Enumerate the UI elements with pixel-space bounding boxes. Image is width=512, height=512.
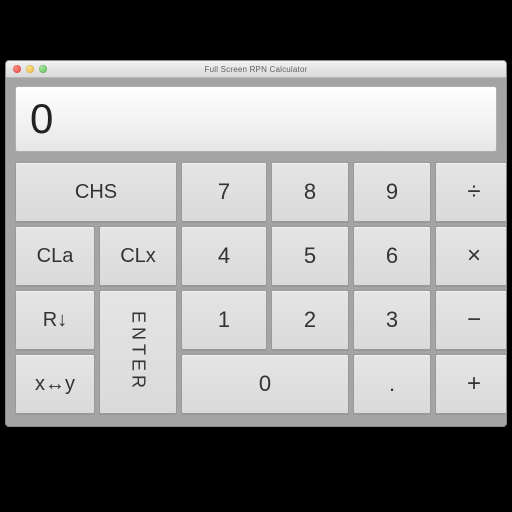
display: 0 <box>15 86 497 152</box>
divide-button[interactable]: ÷ <box>435 162 507 222</box>
swap-xy-button[interactable]: x↔y <box>15 354 95 414</box>
decimal-button[interactable]: . <box>353 354 431 414</box>
titlebar: Full Screen RPN Calculator <box>6 61 506 78</box>
digit-9-button[interactable]: 9 <box>353 162 431 222</box>
digit-6-button[interactable]: 6 <box>353 226 431 286</box>
enter-button[interactable]: ENTER <box>99 290 177 414</box>
zoom-icon[interactable] <box>39 65 47 73</box>
chs-button[interactable]: CHS <box>15 162 177 222</box>
digit-1-button[interactable]: 1 <box>181 290 267 350</box>
clear-x-button[interactable]: CLx <box>99 226 177 286</box>
digit-4-button[interactable]: 4 <box>181 226 267 286</box>
add-button[interactable]: + <box>435 354 507 414</box>
close-icon[interactable] <box>13 65 21 73</box>
digit-3-button[interactable]: 3 <box>353 290 431 350</box>
keypad: CHS 7 8 9 ÷ CLa CLx 4 5 6 × R↓ ENTER 1 2… <box>15 162 497 414</box>
calculator-window: Full Screen RPN Calculator 0 CHS 7 8 9 ÷… <box>5 60 507 427</box>
digit-8-button[interactable]: 8 <box>271 162 349 222</box>
roll-down-button[interactable]: R↓ <box>15 290 95 350</box>
window-title: Full Screen RPN Calculator <box>6 65 506 74</box>
multiply-button[interactable]: × <box>435 226 507 286</box>
subtract-button[interactable]: − <box>435 290 507 350</box>
window-controls <box>6 65 47 73</box>
digit-5-button[interactable]: 5 <box>271 226 349 286</box>
digit-0-button[interactable]: 0 <box>181 354 349 414</box>
digit-2-button[interactable]: 2 <box>271 290 349 350</box>
minimize-icon[interactable] <box>26 65 34 73</box>
clear-all-button[interactable]: CLa <box>15 226 95 286</box>
digit-7-button[interactable]: 7 <box>181 162 267 222</box>
